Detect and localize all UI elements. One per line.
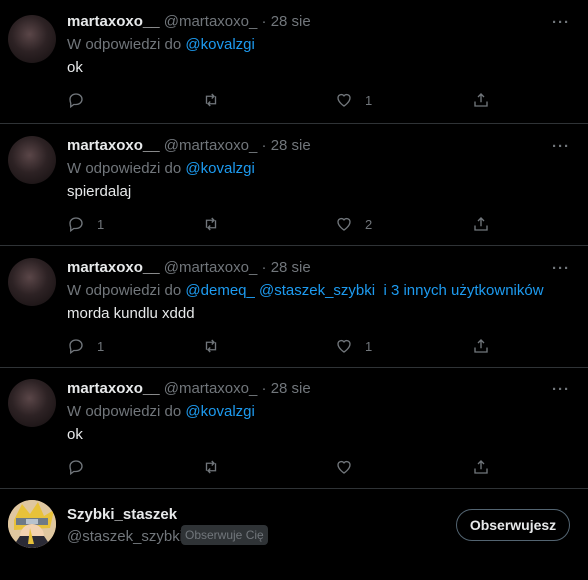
reply-prefix: W odpowiedzi do — [67, 36, 182, 53]
retweet-button[interactable] — [202, 90, 232, 110]
tweet-date[interactable]: 28 sie — [271, 13, 311, 30]
tweet-header: martaxoxo__ @martaxoxo_ · 28 sie — [67, 13, 311, 30]
tweet-date[interactable]: 28 sie — [271, 259, 311, 276]
retweet-icon — [205, 217, 217, 231]
share-icon — [474, 339, 488, 353]
follows-you-badge: Obserwuje Cię — [181, 525, 268, 545]
reply-count: 1 — [97, 216, 105, 232]
mention-link[interactable]: @kovalzgi — [185, 403, 254, 420]
retweet-icon — [205, 460, 217, 474]
tweet-header: martaxoxo__ @martaxoxo_ · 28 sie — [67, 259, 311, 276]
like-count: 2 — [365, 216, 373, 232]
avatar[interactable] — [8, 136, 56, 184]
reply-prefix: W odpowiedzi do — [67, 403, 182, 420]
share-button[interactable] — [472, 457, 490, 477]
share-icon — [474, 460, 488, 474]
more-options-icon[interactable]: ··· — [552, 260, 570, 277]
user-name[interactable]: Szybki_staszek — [67, 506, 177, 523]
tweet-header: martaxoxo__ @martaxoxo_ · 28 sie — [67, 380, 311, 397]
mention-link[interactable]: @kovalzgi — [185, 160, 254, 177]
share-button[interactable] — [472, 90, 490, 110]
tweet-text: ok — [67, 59, 83, 76]
tweet-date[interactable]: 28 sie — [271, 380, 311, 397]
user-handle[interactable]: @staszek_szybki — [67, 528, 183, 545]
retweet-button[interactable] — [202, 457, 232, 477]
share-button[interactable] — [472, 214, 490, 234]
separator-dot: · — [261, 259, 267, 276]
share-icon — [474, 93, 488, 107]
like-button[interactable]: 1 — [335, 90, 372, 110]
retweet-icon — [205, 339, 217, 353]
separator-dot: · — [261, 380, 267, 397]
tweet-text: morda kundlu xddd — [67, 305, 195, 322]
reply-count: 1 — [97, 338, 105, 354]
tweet[interactable]: martaxoxo__ @martaxoxo_ · 28 sie ··· W o… — [0, 124, 588, 246]
reply-button[interactable] — [67, 90, 97, 110]
more-options-icon[interactable]: ··· — [552, 381, 570, 398]
mention-link[interactable]: @staszek_szybki — [259, 282, 375, 299]
like-count: 1 — [365, 92, 373, 108]
tweet-header: martaxoxo__ @martaxoxo_ · 28 sie — [67, 137, 311, 154]
avatar[interactable] — [8, 15, 56, 63]
tweet-text: ok — [67, 426, 83, 443]
heart-icon — [337, 217, 351, 231]
author-handle[interactable]: @martaxoxo_ — [164, 380, 258, 397]
separator-dot: · — [261, 13, 267, 30]
author-name[interactable]: martaxoxo__ — [67, 13, 160, 30]
reply-context: W odpowiedzi do @kovalzgi — [67, 36, 255, 53]
tweet[interactable]: martaxoxo__ @martaxoxo_ · 28 sie ··· W o… — [0, 246, 588, 368]
heart-icon — [337, 460, 351, 474]
tweet[interactable]: martaxoxo__ @martaxoxo_ · 28 sie ··· W o… — [0, 0, 588, 124]
reply-button[interactable]: 1 — [67, 336, 104, 356]
author-name[interactable]: martaxoxo__ — [67, 259, 160, 276]
like-count: 1 — [365, 338, 373, 354]
author-handle[interactable]: @martaxoxo_ — [164, 137, 258, 154]
tweet[interactable]: martaxoxo__ @martaxoxo_ · 28 sie ··· W o… — [0, 367, 588, 489]
reply-button[interactable] — [67, 457, 97, 477]
retweet-button[interactable] — [202, 214, 232, 234]
mention-link[interactable]: @kovalzgi — [185, 36, 254, 53]
reply-context: W odpowiedzi do @kovalzgi — [67, 403, 255, 420]
reply-prefix: W odpowiedzi do — [67, 282, 182, 299]
reply-button[interactable]: 1 — [67, 214, 104, 234]
reply-icon — [69, 460, 83, 476]
tweet-text: spierdalaj — [67, 183, 132, 200]
author-name[interactable]: martaxoxo__ — [67, 380, 160, 397]
avatar[interactable] — [8, 379, 56, 427]
user-cell[interactable]: Szybki_staszek @staszek_szybki Obserwuje… — [0, 488, 588, 580]
reply-context: W odpowiedzi do @demeq_ @staszek_szybki … — [67, 282, 544, 299]
heart-icon — [337, 339, 351, 353]
share-button[interactable] — [472, 336, 490, 356]
more-options-icon[interactable]: ··· — [552, 14, 570, 31]
avatar[interactable] — [8, 500, 56, 548]
reply-icon — [69, 93, 83, 109]
like-button[interactable]: 1 — [335, 336, 372, 356]
like-button[interactable] — [335, 457, 365, 477]
author-handle[interactable]: @martaxoxo_ — [164, 13, 258, 30]
reply-context: W odpowiedzi do @kovalzgi — [67, 160, 255, 177]
tweet-date[interactable]: 28 sie — [271, 137, 311, 154]
avatar[interactable] — [8, 258, 56, 306]
reply-prefix: W odpowiedzi do — [67, 160, 182, 177]
reply-icon — [69, 339, 83, 355]
retweet-icon — [205, 93, 217, 107]
others-link[interactable]: i 3 innych użytkowników — [383, 282, 543, 299]
mention-link[interactable]: @demeq_ — [185, 282, 254, 299]
retweet-button[interactable] — [202, 336, 232, 356]
separator-dot: · — [261, 137, 267, 154]
following-button[interactable]: Obserwujesz — [456, 509, 570, 541]
reply-icon — [69, 217, 83, 233]
share-icon — [474, 217, 488, 231]
like-button[interactable]: 2 — [335, 214, 372, 234]
author-handle[interactable]: @martaxoxo_ — [164, 259, 258, 276]
avatar-image — [8, 500, 56, 548]
heart-icon — [337, 93, 351, 107]
author-name[interactable]: martaxoxo__ — [67, 137, 160, 154]
more-options-icon[interactable]: ··· — [552, 138, 570, 155]
